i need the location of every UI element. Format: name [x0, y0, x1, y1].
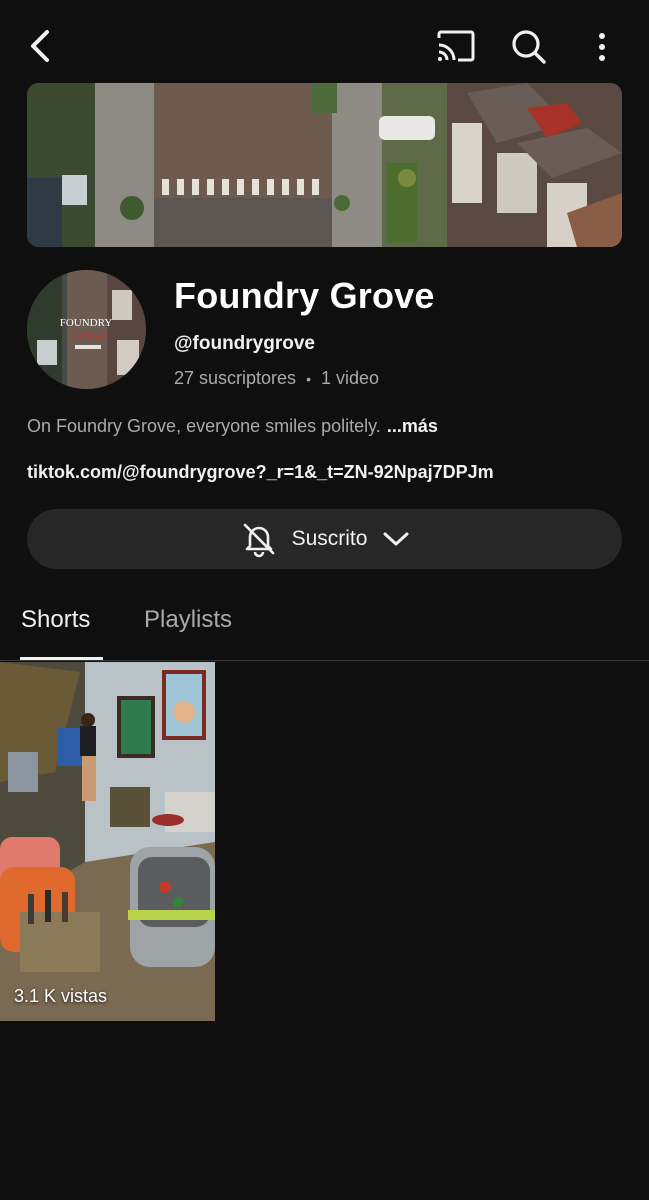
avatar-logo-line2: Grove [72, 329, 106, 344]
tab-shorts[interactable]: Shorts [21, 606, 90, 634]
channel-banner [27, 83, 622, 247]
subscribed-label: Suscrito [291, 527, 368, 550]
subscribed-button[interactable]: Suscrito [27, 509, 622, 569]
cast-button[interactable] [434, 26, 478, 66]
top-app-bar [0, 0, 649, 92]
more-options-button[interactable] [588, 26, 616, 68]
tabs-divider [0, 660, 649, 661]
short-view-count: 3.1 K vistas [14, 986, 108, 1006]
chevron-down-icon [383, 532, 409, 546]
description-text: On Foundry Grove, everyone smiles polite… [27, 416, 381, 436]
back-button[interactable] [20, 26, 60, 66]
channel-name: Foundry Grove [174, 275, 435, 316]
description-more-link[interactable]: ...más [387, 416, 438, 436]
channel-description[interactable]: On Foundry Grove, everyone smiles polite… [27, 416, 438, 437]
tab-playlists[interactable]: Playlists [144, 606, 232, 634]
short-thumbnail[interactable]: 3.1 K vistas [0, 662, 215, 1021]
subscriber-count: 27 suscriptores [174, 368, 297, 388]
channel-tabs: Shorts Playlists [0, 600, 649, 661]
avatar-logo-line1: FOUNDRY [60, 317, 113, 329]
stats-separator: • [306, 370, 311, 387]
video-count: 1 video [320, 368, 380, 388]
search-button[interactable] [508, 26, 550, 68]
back-icon [31, 30, 49, 62]
channel-handle: @foundrygrove [174, 333, 315, 354]
cast-icon [437, 30, 475, 62]
channel-avatar[interactable]: FOUNDRY Grove [27, 270, 146, 389]
channel-link[interactable]: tiktok.com/@foundrygrove?_r=1&_t=ZN-92Np… [27, 462, 494, 483]
channel-stats: 27 suscriptores • 1 video [174, 368, 379, 389]
bell-off-icon [243, 523, 274, 558]
search-icon [512, 30, 546, 64]
more-vert-icon [599, 33, 605, 61]
